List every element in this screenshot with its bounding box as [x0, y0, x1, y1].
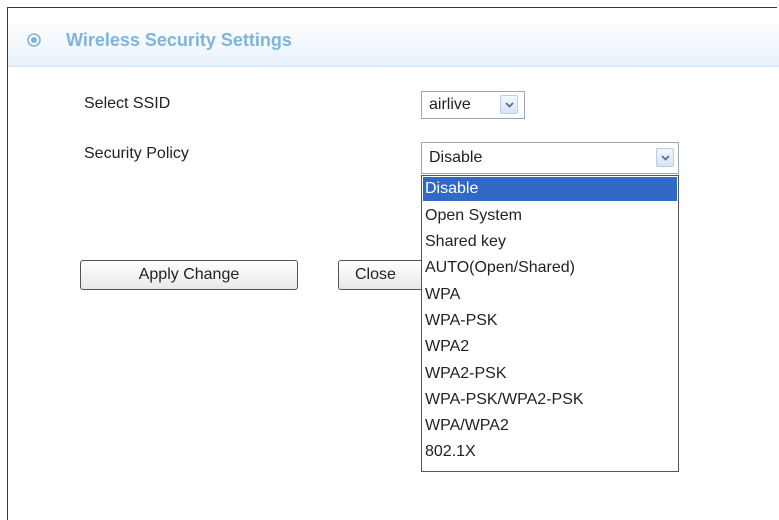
option-802-1x[interactable]: 802.1X: [425, 440, 476, 464]
security-policy-select[interactable]: Disable: [421, 142, 679, 174]
option-auto-open-shared[interactable]: AUTO(Open/Shared): [425, 256, 575, 280]
page-title: Wireless Security Settings: [66, 30, 292, 50]
chevron-down-icon[interactable]: [656, 148, 674, 167]
option-wpa-psk[interactable]: WPA-PSK: [425, 309, 498, 333]
option-wpa[interactable]: WPA: [425, 283, 460, 307]
option-wpa2-psk[interactable]: WPA2-PSK: [425, 362, 507, 386]
security-policy-value: Disable: [429, 149, 483, 166]
option-wpa-wpa2[interactable]: WPA/WPA2: [425, 414, 509, 438]
chevron-down-icon[interactable]: [500, 95, 518, 114]
option-disable[interactable]: Disable: [423, 177, 677, 201]
option-wpa2[interactable]: WPA2: [425, 335, 469, 359]
option-wpa-psk-wpa2-psk[interactable]: WPA-PSK/WPA2-PSK: [425, 388, 584, 412]
security-policy-dropdown: Disable Open System Shared key AUTO(Open…: [421, 175, 679, 472]
option-shared-key[interactable]: Shared key: [425, 230, 506, 254]
select-ssid-label: Select SSID: [84, 95, 171, 112]
target-bullet-icon: [27, 33, 41, 47]
ssid-select[interactable]: airlive: [421, 91, 525, 119]
security-policy-label: Security Policy: [84, 145, 189, 162]
apply-change-button[interactable]: Apply Change: [80, 260, 298, 290]
ssid-select-value: airlive: [429, 96, 471, 113]
option-open-system[interactable]: Open System: [425, 204, 522, 228]
